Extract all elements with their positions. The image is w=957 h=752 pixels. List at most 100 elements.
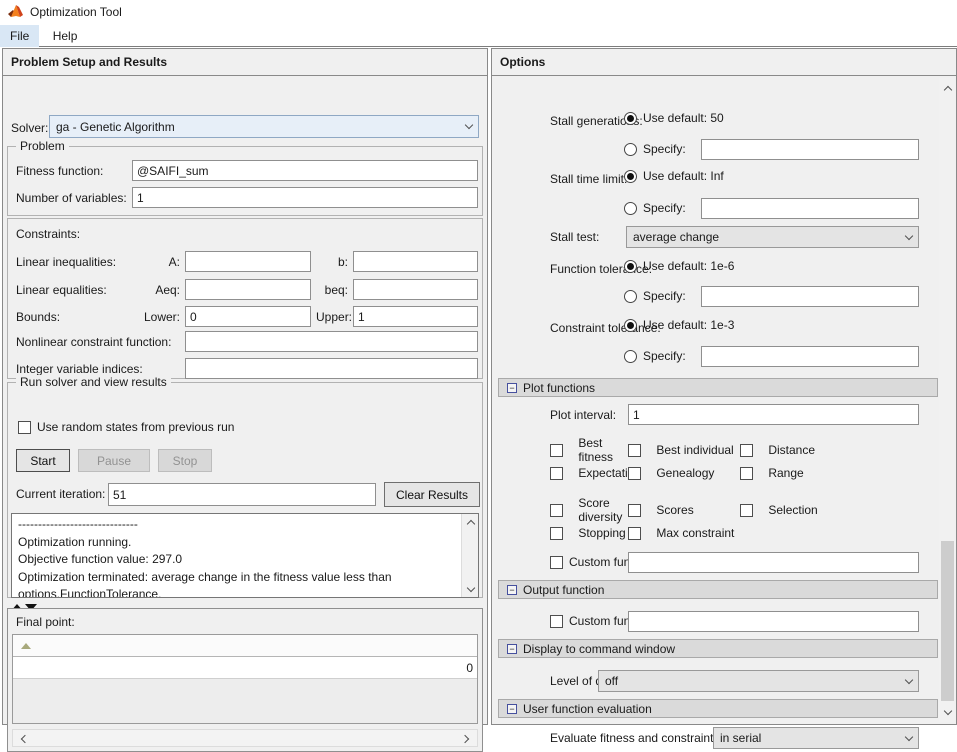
output-custom-function-checkbox[interactable] <box>550 614 563 628</box>
output-custom-function-input[interactable] <box>628 611 919 632</box>
lower-label: Lower: <box>143 310 180 324</box>
best-individual-label: Best individual <box>656 443 734 457</box>
left-panel-title: Problem Setup and Results <box>3 49 487 76</box>
a-input[interactable] <box>185 251 311 272</box>
results-line: Optimization terminated: average change … <box>18 569 392 584</box>
function-tolerance-specify-input[interactable] <box>701 286 919 307</box>
fitness-function-input[interactable] <box>132 160 478 181</box>
stall-time-specify-radio[interactable] <box>624 201 637 215</box>
run-solver-group: Run solver and view results Use random s… <box>7 375 483 598</box>
collapse-icon[interactable]: − <box>507 382 517 393</box>
scroll-up-icon[interactable] <box>939 80 956 96</box>
stall-time-specify-input[interactable] <box>701 198 919 219</box>
final-point-value: 0 <box>466 660 473 675</box>
lower-bound-input[interactable] <box>185 306 311 327</box>
evaluate-functions-value: in serial <box>720 731 762 745</box>
final-point-hscrollbar[interactable] <box>12 729 478 747</box>
problem-legend: Problem <box>16 139 69 153</box>
beq-input[interactable] <box>353 279 478 300</box>
collapse-icon[interactable]: − <box>507 703 517 714</box>
stall-generations-default-radio[interactable] <box>624 111 637 125</box>
chevron-down-icon <box>904 732 914 741</box>
distance-label: Distance <box>768 443 816 457</box>
b-input[interactable] <box>353 251 478 272</box>
function-tolerance-default-radio[interactable] <box>624 259 637 273</box>
level-of-display-select[interactable]: off <box>598 670 919 692</box>
aeq-label: Aeq: <box>155 283 180 297</box>
results-line: Optimization running. <box>18 534 132 549</box>
linear-inequalities-label: Linear inequalities: <box>16 255 117 269</box>
results-line: Objective function value: 297.0 <box>18 552 183 566</box>
user-function-evaluation-header[interactable]: − User function evaluation <box>498 699 938 718</box>
bounds-row: Bounds: Lower: Upper: <box>16 306 478 327</box>
plot-interval-label: Plot interval: <box>550 408 617 422</box>
stall-generations-specify-input[interactable] <box>701 139 919 160</box>
max-constraint-checkbox[interactable] <box>628 526 641 540</box>
selection-checkbox[interactable] <box>740 503 753 517</box>
final-point-column-header[interactable] <box>13 635 477 657</box>
evaluate-functions-select[interactable]: in serial <box>713 727 919 749</box>
integer-indices-label: Integer variable indices: <box>16 362 143 376</box>
stall-test-select[interactable]: average change <box>626 226 919 248</box>
chevron-down-icon <box>904 675 914 684</box>
plot-interval-input[interactable] <box>628 404 919 425</box>
constraint-tolerance-specify-radio[interactable] <box>624 349 637 363</box>
display-header[interactable]: − Display to command window <box>498 639 938 658</box>
specify-label: Specify: <box>643 289 686 303</box>
scroll-down-icon[interactable] <box>462 581 479 597</box>
sort-ascending-icon <box>21 642 31 649</box>
stall-time-default-radio[interactable] <box>624 169 637 183</box>
menu-help[interactable]: Help <box>43 25 88 47</box>
constraint-tolerance-default-label: Use default: 1e-3 <box>643 318 735 332</box>
pause-button[interactable]: Pause <box>78 449 150 472</box>
score-diversity-label: Score diversity <box>578 496 623 524</box>
specify-label: Specify: <box>643 142 686 156</box>
constraint-tolerance-default-radio[interactable] <box>624 318 637 332</box>
collapse-icon[interactable]: − <box>507 584 517 595</box>
final-point-row[interactable]: 0 <box>13 657 477 679</box>
scroll-up-icon[interactable] <box>462 514 479 530</box>
distance-checkbox[interactable] <box>740 443 753 457</box>
scroll-left-icon[interactable] <box>15 731 32 747</box>
nonlinear-constraint-input[interactable] <box>185 331 478 352</box>
problem-group: Problem Fitness function: Number of vari… <box>7 139 483 216</box>
upper-label: Upper: <box>316 310 353 324</box>
results-scrollbar[interactable] <box>461 514 478 597</box>
stall-generations-specify-radio[interactable] <box>624 142 637 156</box>
scrollbar-thumb[interactable] <box>941 541 954 701</box>
upper-bound-input[interactable] <box>353 306 478 327</box>
current-iteration-field <box>108 483 376 506</box>
options-scrollbar[interactable] <box>939 78 955 722</box>
chevron-down-icon <box>464 120 474 130</box>
best-individual-checkbox[interactable] <box>628 443 641 457</box>
range-checkbox[interactable] <box>740 466 753 480</box>
genealogy-checkbox[interactable] <box>628 466 641 480</box>
solver-label: Solver: <box>11 121 49 135</box>
menu-file[interactable]: File <box>0 25 40 47</box>
random-states-checkbox[interactable] <box>18 420 31 434</box>
constraint-tolerance-specify-input[interactable] <box>701 346 919 367</box>
scroll-right-icon[interactable] <box>458 731 475 747</box>
level-of-display-value: off <box>605 674 619 688</box>
aeq-input[interactable] <box>185 279 311 300</box>
start-button[interactable]: Start <box>16 449 70 472</box>
stop-button[interactable]: Stop <box>158 449 212 472</box>
options-panel-title: Options <box>492 49 956 76</box>
clear-results-button[interactable]: Clear Results <box>384 482 480 507</box>
function-tolerance-specify-radio[interactable] <box>624 289 637 303</box>
collapse-icon[interactable]: − <box>507 643 517 654</box>
plot-custom-function-input[interactable] <box>628 552 919 573</box>
best-fitness-checkbox[interactable] <box>550 443 563 457</box>
solver-select[interactable]: ga - Genetic Algorithm <box>49 115 479 138</box>
plot-functions-header[interactable]: − Plot functions <box>498 378 938 397</box>
expectation-checkbox[interactable] <box>550 466 563 480</box>
b-label: b: <box>337 255 348 269</box>
num-variables-input[interactable] <box>132 187 478 208</box>
scroll-down-icon[interactable] <box>939 704 956 720</box>
output-function-header[interactable]: − Output function <box>498 580 938 599</box>
plot-custom-function-checkbox[interactable] <box>550 555 563 569</box>
integer-indices-input[interactable] <box>185 358 478 379</box>
scores-checkbox[interactable] <box>628 503 641 517</box>
stopping-checkbox[interactable] <box>550 526 563 540</box>
score-diversity-checkbox[interactable] <box>550 503 563 517</box>
